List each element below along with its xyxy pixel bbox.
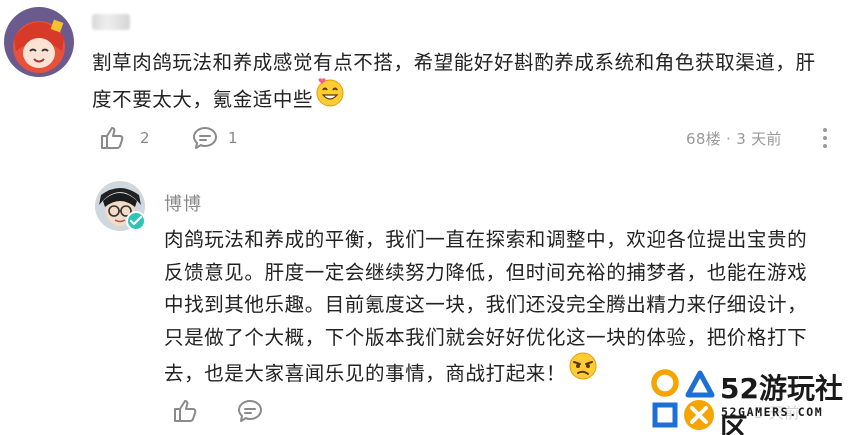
comment-body: 割草肉鸽玩法和养成感觉有点不搭，希望能好好斟酌养成系统和角色获取渠道，肝 度不要… xyxy=(92,46,862,121)
more-options-icon[interactable] xyxy=(822,127,828,153)
reply-line-5-text: 去，也是大家喜闻乐见的事情，商战打起来！ xyxy=(164,361,567,385)
comment-line-2: 度不要太大，氪金适中些 xyxy=(92,77,862,121)
username-redacted xyxy=(92,14,130,30)
verified-badge-icon xyxy=(126,211,146,231)
comment-bubble-icon xyxy=(237,399,263,423)
smug-emoji xyxy=(568,351,598,392)
reply-button[interactable]: 1 xyxy=(192,126,238,150)
thumbs-up-icon xyxy=(173,399,199,423)
like-button[interactable]: 2 xyxy=(100,126,150,150)
reply-like-button[interactable] xyxy=(173,399,199,423)
reply-line-3: 中找到其他乐趣。目前氪度这一块，我们还没完全腾出精力来仔细设计， xyxy=(164,293,808,316)
comment-bubble-icon xyxy=(192,126,218,150)
reply-count: 1 xyxy=(228,129,238,147)
reply-line-1: 肉鸽玩法和养成的平衡，我们一直在探索和调整中，欢迎各位提出宝贵的 xyxy=(164,228,808,251)
watermark-subtitle: 52GAMERS.COM xyxy=(721,405,824,419)
site-watermark: 52游玩社区 52GAMERS.COM xyxy=(645,365,865,435)
playstation-style-logo-icon xyxy=(645,365,717,435)
reply-comment-button[interactable] xyxy=(237,399,263,423)
comment-line-2-text: 度不要太大，氪金适中些 xyxy=(92,88,314,111)
comment-floor-time: 68楼 · 3 天前 xyxy=(686,130,782,148)
reply-line-2: 反馈意见。肝度一定会继续努力降低，但时间充裕的捕梦者，也能在游戏 xyxy=(164,260,808,284)
reply-author-name[interactable]: 博博 xyxy=(164,190,202,216)
thumbs-up-icon xyxy=(100,126,126,150)
like-count: 2 xyxy=(140,129,150,147)
grin-heart-emoji xyxy=(315,77,345,118)
user-avatar[interactable] xyxy=(4,7,74,77)
watermark-title: 52游玩社区 xyxy=(720,372,843,435)
comment-line-1: 割草肉鸽玩法和养成感觉有点不搭，希望能好好斟酌养成系统和角色获取渠道，肝 xyxy=(92,51,816,74)
reply-line-4: 只是做了个大概，下个版本我们就会好好优化这一块的体验，把价格打下 xyxy=(164,325,808,349)
